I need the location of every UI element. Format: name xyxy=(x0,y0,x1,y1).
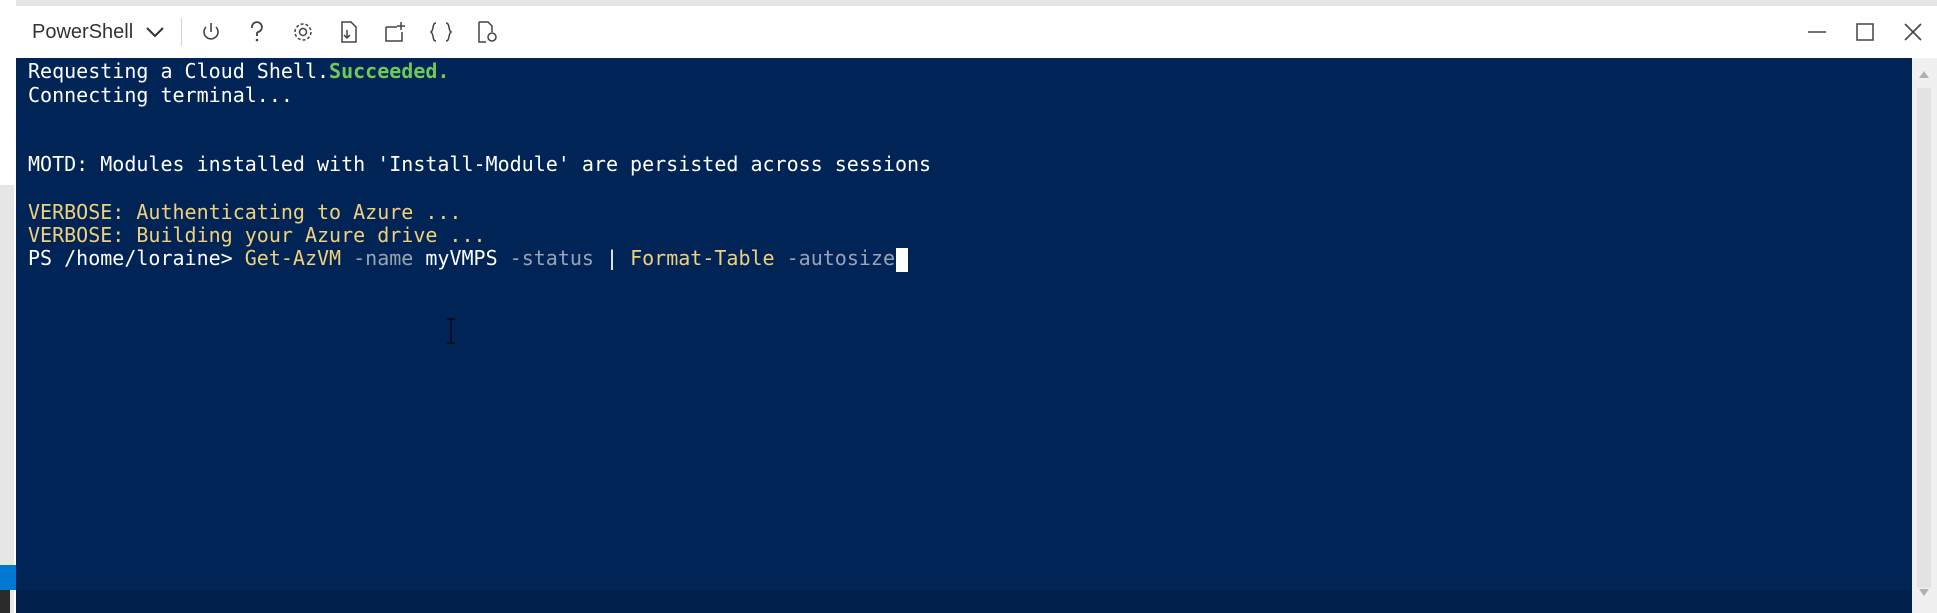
mouse-ibeam-icon xyxy=(444,318,458,344)
argument-vm-name: myVMPS xyxy=(425,246,498,270)
pipe-operator: | xyxy=(606,246,631,270)
cloud-shell-toolbar: PowerShell xyxy=(16,6,1937,58)
terminal-line-connecting: Connecting terminal... xyxy=(28,83,293,107)
window-controls xyxy=(1793,6,1937,58)
left-blue-marker xyxy=(0,565,16,590)
command-format-table: Format-Table xyxy=(630,246,775,270)
chevron-down-icon xyxy=(145,25,165,39)
terminal-line-motd: MOTD: Modules installed with 'Install-Mo… xyxy=(28,152,932,176)
maximize-icon[interactable] xyxy=(1841,6,1889,58)
request-text: Requesting a Cloud Shell. xyxy=(28,59,330,83)
prompt-path: PS /home/loraine> xyxy=(28,246,245,270)
settings-icon[interactable] xyxy=(288,12,318,52)
left-gray-panel xyxy=(0,185,14,613)
terminal-output[interactable]: Requesting a Cloud Shell.Succeeded. Conn… xyxy=(16,58,1912,613)
shell-type-selector[interactable]: PowerShell xyxy=(16,12,171,52)
upload-download-icon[interactable] xyxy=(334,12,364,52)
close-icon[interactable] xyxy=(1889,6,1937,58)
parameter-name: -name xyxy=(341,246,426,270)
scrollbar-track[interactable] xyxy=(1917,88,1931,588)
parameter-status: -status xyxy=(497,246,606,270)
parameter-autosize: -autosize xyxy=(774,246,896,270)
scroll-up-icon[interactable] xyxy=(1918,66,1930,84)
terminal-prompt-line: PS /home/loraine> Get-AzVM -name myVMPS … xyxy=(28,244,909,272)
left-dark-marker xyxy=(0,590,10,613)
terminal-scrollbar[interactable] xyxy=(1912,58,1937,613)
power-icon[interactable] xyxy=(196,12,226,52)
new-session-icon[interactable] xyxy=(380,12,410,52)
editor-braces-icon[interactable] xyxy=(426,12,456,52)
success-status: Succeeded. xyxy=(329,59,450,83)
web-preview-icon[interactable] xyxy=(472,12,502,52)
help-icon[interactable] xyxy=(242,12,272,52)
text-cursor xyxy=(896,247,909,272)
left-edge-strip xyxy=(0,0,16,613)
scroll-down-icon[interactable] xyxy=(1918,585,1930,603)
command-get-azvm: Get-AzVM xyxy=(244,246,342,270)
terminal-bottom-edge xyxy=(16,590,1912,613)
toolbar-divider xyxy=(181,18,183,46)
minimize-icon[interactable] xyxy=(1793,6,1841,58)
shell-type-label: PowerShell xyxy=(32,20,134,43)
